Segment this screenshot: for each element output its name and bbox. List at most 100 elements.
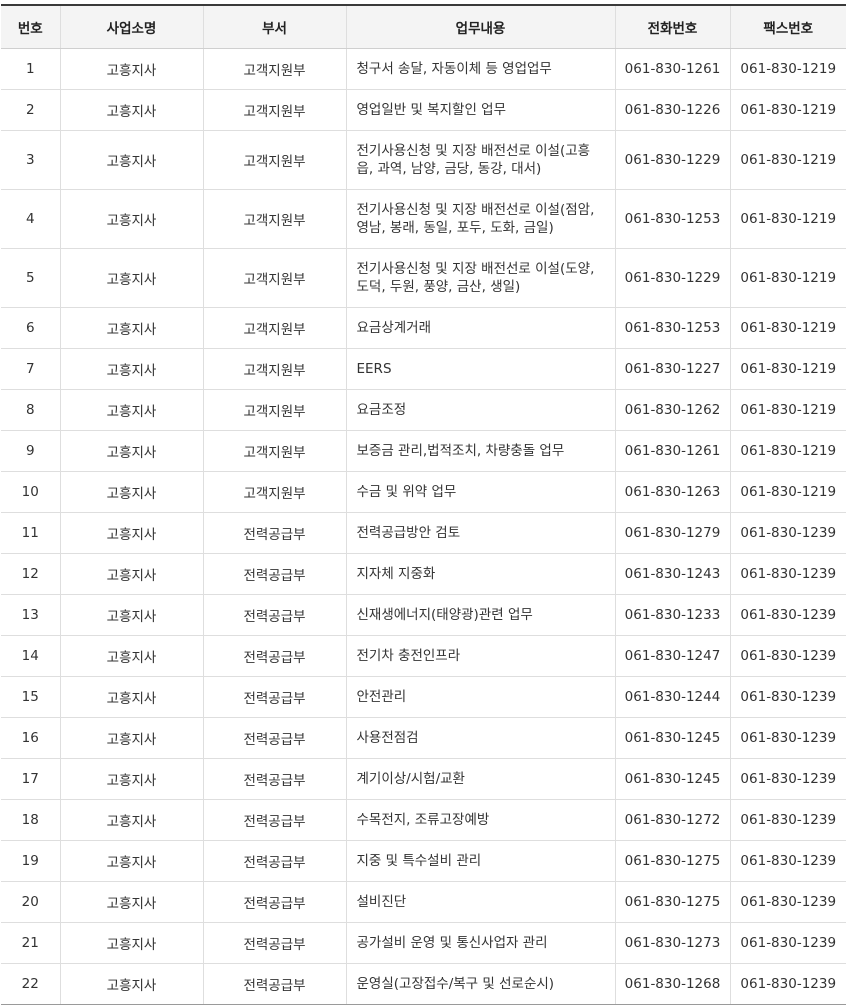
cell-department: 고객지원부 [202,348,346,390]
cell-department: 고객지원부 [202,189,346,249]
cell-task: 수목전지, 조류고장예방 [345,799,615,841]
cell-office: 고흥지사 [59,963,203,1005]
cell-office: 고흥지사 [59,758,203,800]
cell-office: 고흥지사 [59,471,203,513]
cell-fax: 061-830-1239 [729,881,846,923]
cell-office: 고흥지사 [59,430,203,472]
cell-number: 16 [1,717,60,759]
table-row: 1 고흥지사 고객지원부 청구서 송달, 자동이체 등 영업업무 061-830-126… [1,48,846,90]
cell-fax: 061-830-1219 [729,89,846,131]
cell-department: 고객지원부 [202,89,346,131]
cell-phone: 061-830-1275 [614,840,730,882]
cell-phone: 061-830-1272 [614,799,730,841]
cell-phone: 061-830-1263 [614,471,730,513]
cell-number: 13 [1,594,60,636]
cell-phone: 061-830-1273 [614,922,730,964]
cell-office: 고흥지사 [59,635,203,677]
cell-department: 전력공급부 [202,717,346,759]
cell-fax: 061-830-1239 [729,512,846,554]
cell-phone: 061-830-1227 [614,348,730,390]
cell-task: 운영실(고장접수/복구 및 선로순시) [345,963,615,1005]
cell-office: 고흥지사 [59,840,203,882]
table-row: 15 고흥지사 전력공급부 안전관리 061-830-1244 061-830-1239 [1,676,846,718]
cell-task: 요금상계거래 [345,307,615,349]
table-row: 12 고흥지사 전력공급부 지자체 지중화 061-830-1243 061-830-12… [1,553,846,595]
cell-task: 청구서 송달, 자동이체 등 영업업무 [345,48,615,90]
cell-number: 22 [1,963,60,1005]
cell-department: 고객지원부 [202,307,346,349]
cell-office: 고흥지사 [59,89,203,131]
page: 번호 사업소명 부서 업무내용 전화번호 팩스번호 1 고흥지사 고객지원부 청구서 … [0,0,847,1005]
cell-office: 고흥지사 [59,189,203,249]
cell-office: 고흥지사 [59,717,203,759]
cell-task: 요금조정 [345,389,615,431]
table-row: 18 고흥지사 전력공급부 수목전지, 조류고장예방 061-830-1272 061-8… [1,799,846,841]
cell-number: 5 [1,248,60,308]
cell-phone: 061-830-1261 [614,48,730,90]
cell-number: 14 [1,635,60,677]
cell-task: 보증금 관리,법적조치, 차량충돌 업무 [345,430,615,472]
cell-department: 전력공급부 [202,676,346,718]
cell-task: 계기이상/시험/교환 [345,758,615,800]
cell-number: 6 [1,307,60,349]
cell-office: 고흥지사 [59,594,203,636]
table-row: 3 고흥지사 고객지원부 전기사용신청 및 지장 배전선로 이설(고흥읍, 과역, 남… [1,130,846,190]
cell-department: 전력공급부 [202,881,346,923]
cell-fax: 061-830-1219 [729,348,846,390]
cell-office: 고흥지사 [59,389,203,431]
cell-task: 공가설비 운영 및 통신사업자 관리 [345,922,615,964]
cell-fax: 061-830-1239 [729,717,846,759]
cell-fax: 061-830-1219 [729,48,846,90]
cell-number: 21 [1,922,60,964]
cell-department: 전력공급부 [202,635,346,677]
cell-fax: 061-830-1239 [729,799,846,841]
cell-task: 전기사용신청 및 지장 배전선로 이설(고흥읍, 과역, 남양, 금당, 동강,… [345,130,615,190]
cell-number: 20 [1,881,60,923]
cell-department: 고객지원부 [202,48,346,90]
header-number: 번호 [1,4,60,49]
header-office: 사업소명 [59,4,203,49]
cell-phone: 061-830-1247 [614,635,730,677]
cell-number: 4 [1,189,60,249]
table-row: 13 고흥지사 전력공급부 신재생에너지(태양광)관련 업무 061-830-1233 0… [1,594,846,636]
cell-fax: 061-830-1239 [729,635,846,677]
cell-task: 신재생에너지(태양광)관련 업무 [345,594,615,636]
cell-office: 고흥지사 [59,553,203,595]
cell-phone: 061-830-1279 [614,512,730,554]
cell-phone: 061-830-1253 [614,189,730,249]
table-row: 4 고흥지사 고객지원부 전기사용신청 및 지장 배전선로 이설(점암, 영남, 봉래… [1,189,846,249]
cell-office: 고흥지사 [59,881,203,923]
cell-number: 2 [1,89,60,131]
cell-fax: 061-830-1239 [729,758,846,800]
cell-number: 15 [1,676,60,718]
cell-number: 1 [1,48,60,90]
cell-fax: 061-830-1219 [729,189,846,249]
cell-department: 고객지원부 [202,389,346,431]
table-row: 9 고흥지사 고객지원부 보증금 관리,법적조치, 차량충돌 업무 061-830-12… [1,430,846,472]
table-row: 17 고흥지사 전력공급부 계기이상/시험/교환 061-830-1245 061-830… [1,758,846,800]
cell-fax: 061-830-1239 [729,922,846,964]
table-row: 21 고흥지사 전력공급부 공가설비 운영 및 통신사업자 관리 061-830-127… [1,922,846,964]
table-row: 22 고흥지사 전력공급부 운영실(고장접수/복구 및 선로순시) 061-830-12… [1,963,846,1005]
cell-phone: 061-830-1226 [614,89,730,131]
cell-fax: 061-830-1239 [729,594,846,636]
cell-department: 전력공급부 [202,799,346,841]
cell-number: 12 [1,553,60,595]
cell-number: 10 [1,471,60,513]
table-header: 번호 사업소명 부서 업무내용 전화번호 팩스번호 [1,4,846,49]
table-row: 2 고흥지사 고객지원부 영업일반 및 복지할인 업무 061-830-1226 061-… [1,89,846,131]
cell-department: 고객지원부 [202,248,346,308]
header-fax: 팩스번호 [729,4,846,49]
cell-phone: 061-830-1244 [614,676,730,718]
cell-number: 8 [1,389,60,431]
table-row: 6 고흥지사 고객지원부 요금상계거래 061-830-1253 061-830-1219 [1,307,846,349]
cell-office: 고흥지사 [59,676,203,718]
cell-number: 18 [1,799,60,841]
table-row: 10 고흥지사 고객지원부 수금 및 위약 업무 061-830-1263 061-830… [1,471,846,513]
cell-office: 고흥지사 [59,48,203,90]
cell-fax: 061-830-1219 [729,430,846,472]
contact-table: 번호 사업소명 부서 업무내용 전화번호 팩스번호 1 고흥지사 고객지원부 청구서 … [1,4,846,1005]
table-row: 5 고흥지사 고객지원부 전기사용신청 및 지장 배전선로 이설(도양, 도덕, 두원… [1,248,846,308]
cell-task: EERS [345,348,615,390]
cell-office: 고흥지사 [59,348,203,390]
